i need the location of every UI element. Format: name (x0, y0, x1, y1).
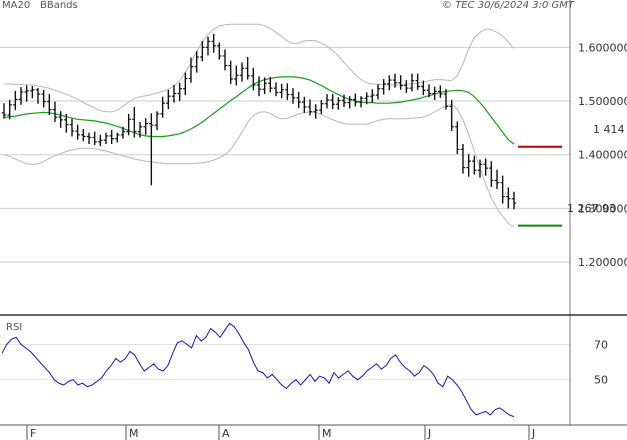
ohlc-bar (404, 80, 409, 93)
ohlc-bar (69, 118, 75, 137)
legend-bbands: BBands (40, 0, 78, 11)
ohlc-bar (500, 175, 505, 204)
rsi-label: RSI (6, 322, 22, 333)
ohlc-bar (160, 96, 165, 118)
ohlc-bar (347, 96, 352, 109)
ohlc-bar (285, 83, 290, 100)
ohlc-bar (506, 187, 511, 209)
price-tick-label: 1.500000 (578, 95, 627, 108)
ohlc-bar (222, 49, 228, 71)
ohlc-bar (143, 118, 148, 135)
chart-stage: 50 70 1.200000 1.300000 1.400000 1.500000 1.6… (0, 0, 627, 440)
ohlc-bar (319, 99, 324, 114)
ohlc-bar (52, 101, 58, 122)
ohlc-bar (489, 161, 494, 187)
price-tick-label: 1.600000 (578, 41, 627, 54)
ohlc-bar (279, 83, 284, 99)
ohlc-bar (166, 89, 171, 110)
ohlc-bar (58, 111, 63, 128)
stock-chart: 50 70 1.2000001.3000001.4000001.5000001.6… (0, 0, 627, 440)
price-markers (518, 145, 562, 227)
ohlc-bar (511, 191, 517, 210)
lower-marker-label: 1 267 93 (567, 202, 616, 215)
ohlc-bar (115, 132, 120, 143)
ohlc-bar (307, 99, 313, 116)
ohlc-bar (273, 82, 279, 97)
ohlc-bar (154, 111, 160, 131)
bbands-lines (3, 23, 515, 228)
month-label: F (30, 427, 36, 440)
ohlc-bar (177, 82, 182, 102)
ohlc-bar (75, 124, 80, 140)
ohlc-bar (330, 94, 335, 110)
ohlc-bar (171, 84, 177, 103)
month-label: A (222, 427, 230, 440)
ohlc-bar (387, 75, 392, 91)
rsi-line (1, 322, 515, 418)
month-label: J (531, 427, 535, 440)
month-label: M (129, 427, 139, 440)
ohlc-bar (353, 93, 358, 107)
ohlc-bar (30, 86, 35, 99)
rsi-tick-label: 70 (594, 338, 608, 351)
ohlc-bar (41, 89, 46, 108)
price-tick-label: 1.200000 (578, 256, 627, 269)
ohlc-bar (375, 84, 381, 100)
ohlc-bar (86, 132, 92, 144)
ohlc-bar (466, 154, 471, 177)
price-tick-label: 1.400000 (578, 149, 627, 162)
ohlc-bar (205, 36, 211, 56)
ohlc-bar (13, 90, 18, 111)
ohlc-bar (81, 128, 86, 142)
rsi-tick-label: 50 (594, 374, 608, 387)
ohlc-bar (302, 96, 307, 113)
copyright-text: © TEC 30/6/2024 3:0 GMT (442, 0, 575, 11)
month-label: M (322, 427, 332, 440)
ohlc-bar (217, 42, 222, 60)
bbands-upper-line (4, 23, 515, 113)
axes: 1.2000001.3000001.4000001.5000001.600000… (0, 0, 627, 440)
ohlc-bar (183, 72, 188, 96)
ohlc-bar (211, 33, 216, 53)
gridlines (0, 46, 570, 263)
ohlc-bar (92, 131, 97, 146)
ohlc-bar (381, 79, 386, 95)
ohlc-bar (234, 65, 239, 86)
ohlc-bar (336, 97, 341, 110)
ohlc-bar (239, 62, 245, 82)
ohlc-bar (98, 134, 103, 147)
ohlc-bar (296, 91, 301, 109)
ohlc-bar (398, 75, 403, 90)
ohlc-bar (251, 67, 256, 91)
ohlc-bar (415, 73, 420, 90)
month-label: J (427, 427, 431, 440)
ohlc-bar (392, 73, 398, 88)
ohlc-bar (109, 130, 114, 144)
ohlc-bar (409, 73, 415, 92)
ohlc-bar (460, 143, 466, 174)
ohlc-bar (126, 113, 131, 136)
upper-marker-label: 1 414 9 (593, 123, 627, 136)
legend-ma20: MA20 (2, 0, 30, 11)
ohlc-bar (472, 155, 477, 175)
ohlc-bar (18, 87, 24, 105)
ohlc-bar (313, 104, 318, 119)
ohlc-bar (149, 113, 154, 186)
ohlc-bar (47, 94, 52, 115)
ohlc-bar (103, 132, 109, 144)
ohlc-bar (1, 103, 7, 119)
ohlc-bar (483, 158, 488, 176)
ohlc-bar (228, 60, 233, 84)
ohlc-bar (494, 169, 500, 190)
ohlc-bar (24, 85, 29, 102)
ohlc-bar (245, 57, 250, 80)
ohlc-bar (256, 76, 262, 97)
ohlc-bar (188, 57, 194, 83)
ohlc-bar (455, 121, 460, 155)
rsi-panel: 50 70 (0, 322, 608, 418)
ohlc-bars (1, 33, 517, 210)
